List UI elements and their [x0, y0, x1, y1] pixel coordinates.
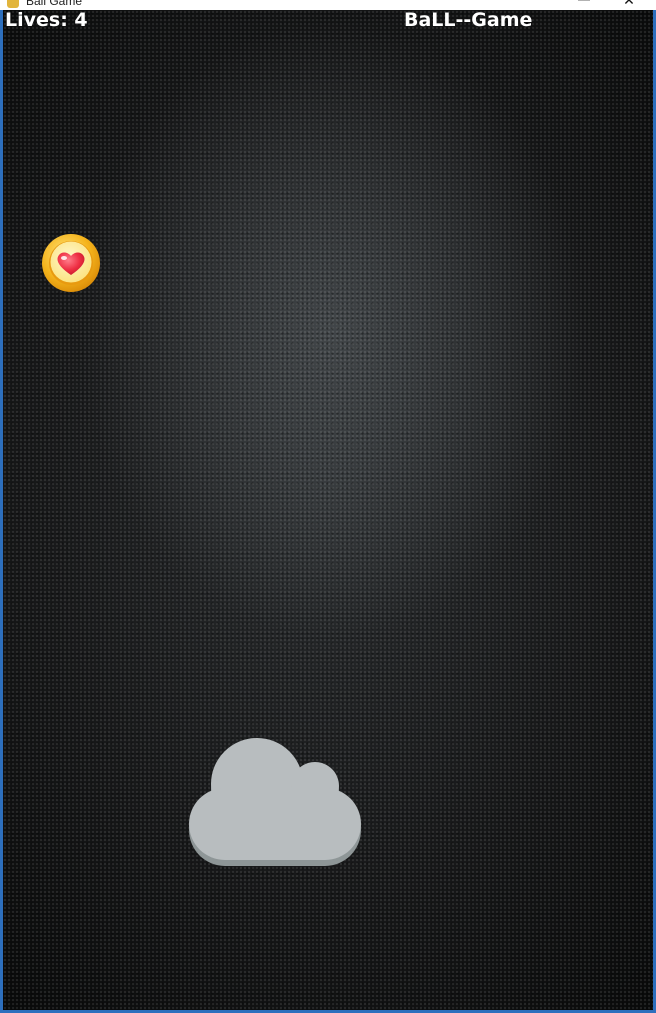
heart-coin-icon[interactable]: [41, 233, 101, 293]
game-canvas[interactable]: Lives: 4 BaLL--Game: [3, 10, 653, 1010]
window-titlebar: Ball Game — ✕: [0, 0, 656, 10]
minimize-button[interactable]: —: [573, 0, 595, 8]
close-button[interactable]: ✕: [618, 0, 640, 9]
window-title: Ball Game: [26, 0, 83, 8]
cloud-paddle[interactable]: [189, 738, 361, 866]
game-title: BaLL--Game: [404, 10, 533, 31]
lives-counter: Lives: 4: [5, 10, 88, 31]
app-icon: [7, 0, 19, 8]
